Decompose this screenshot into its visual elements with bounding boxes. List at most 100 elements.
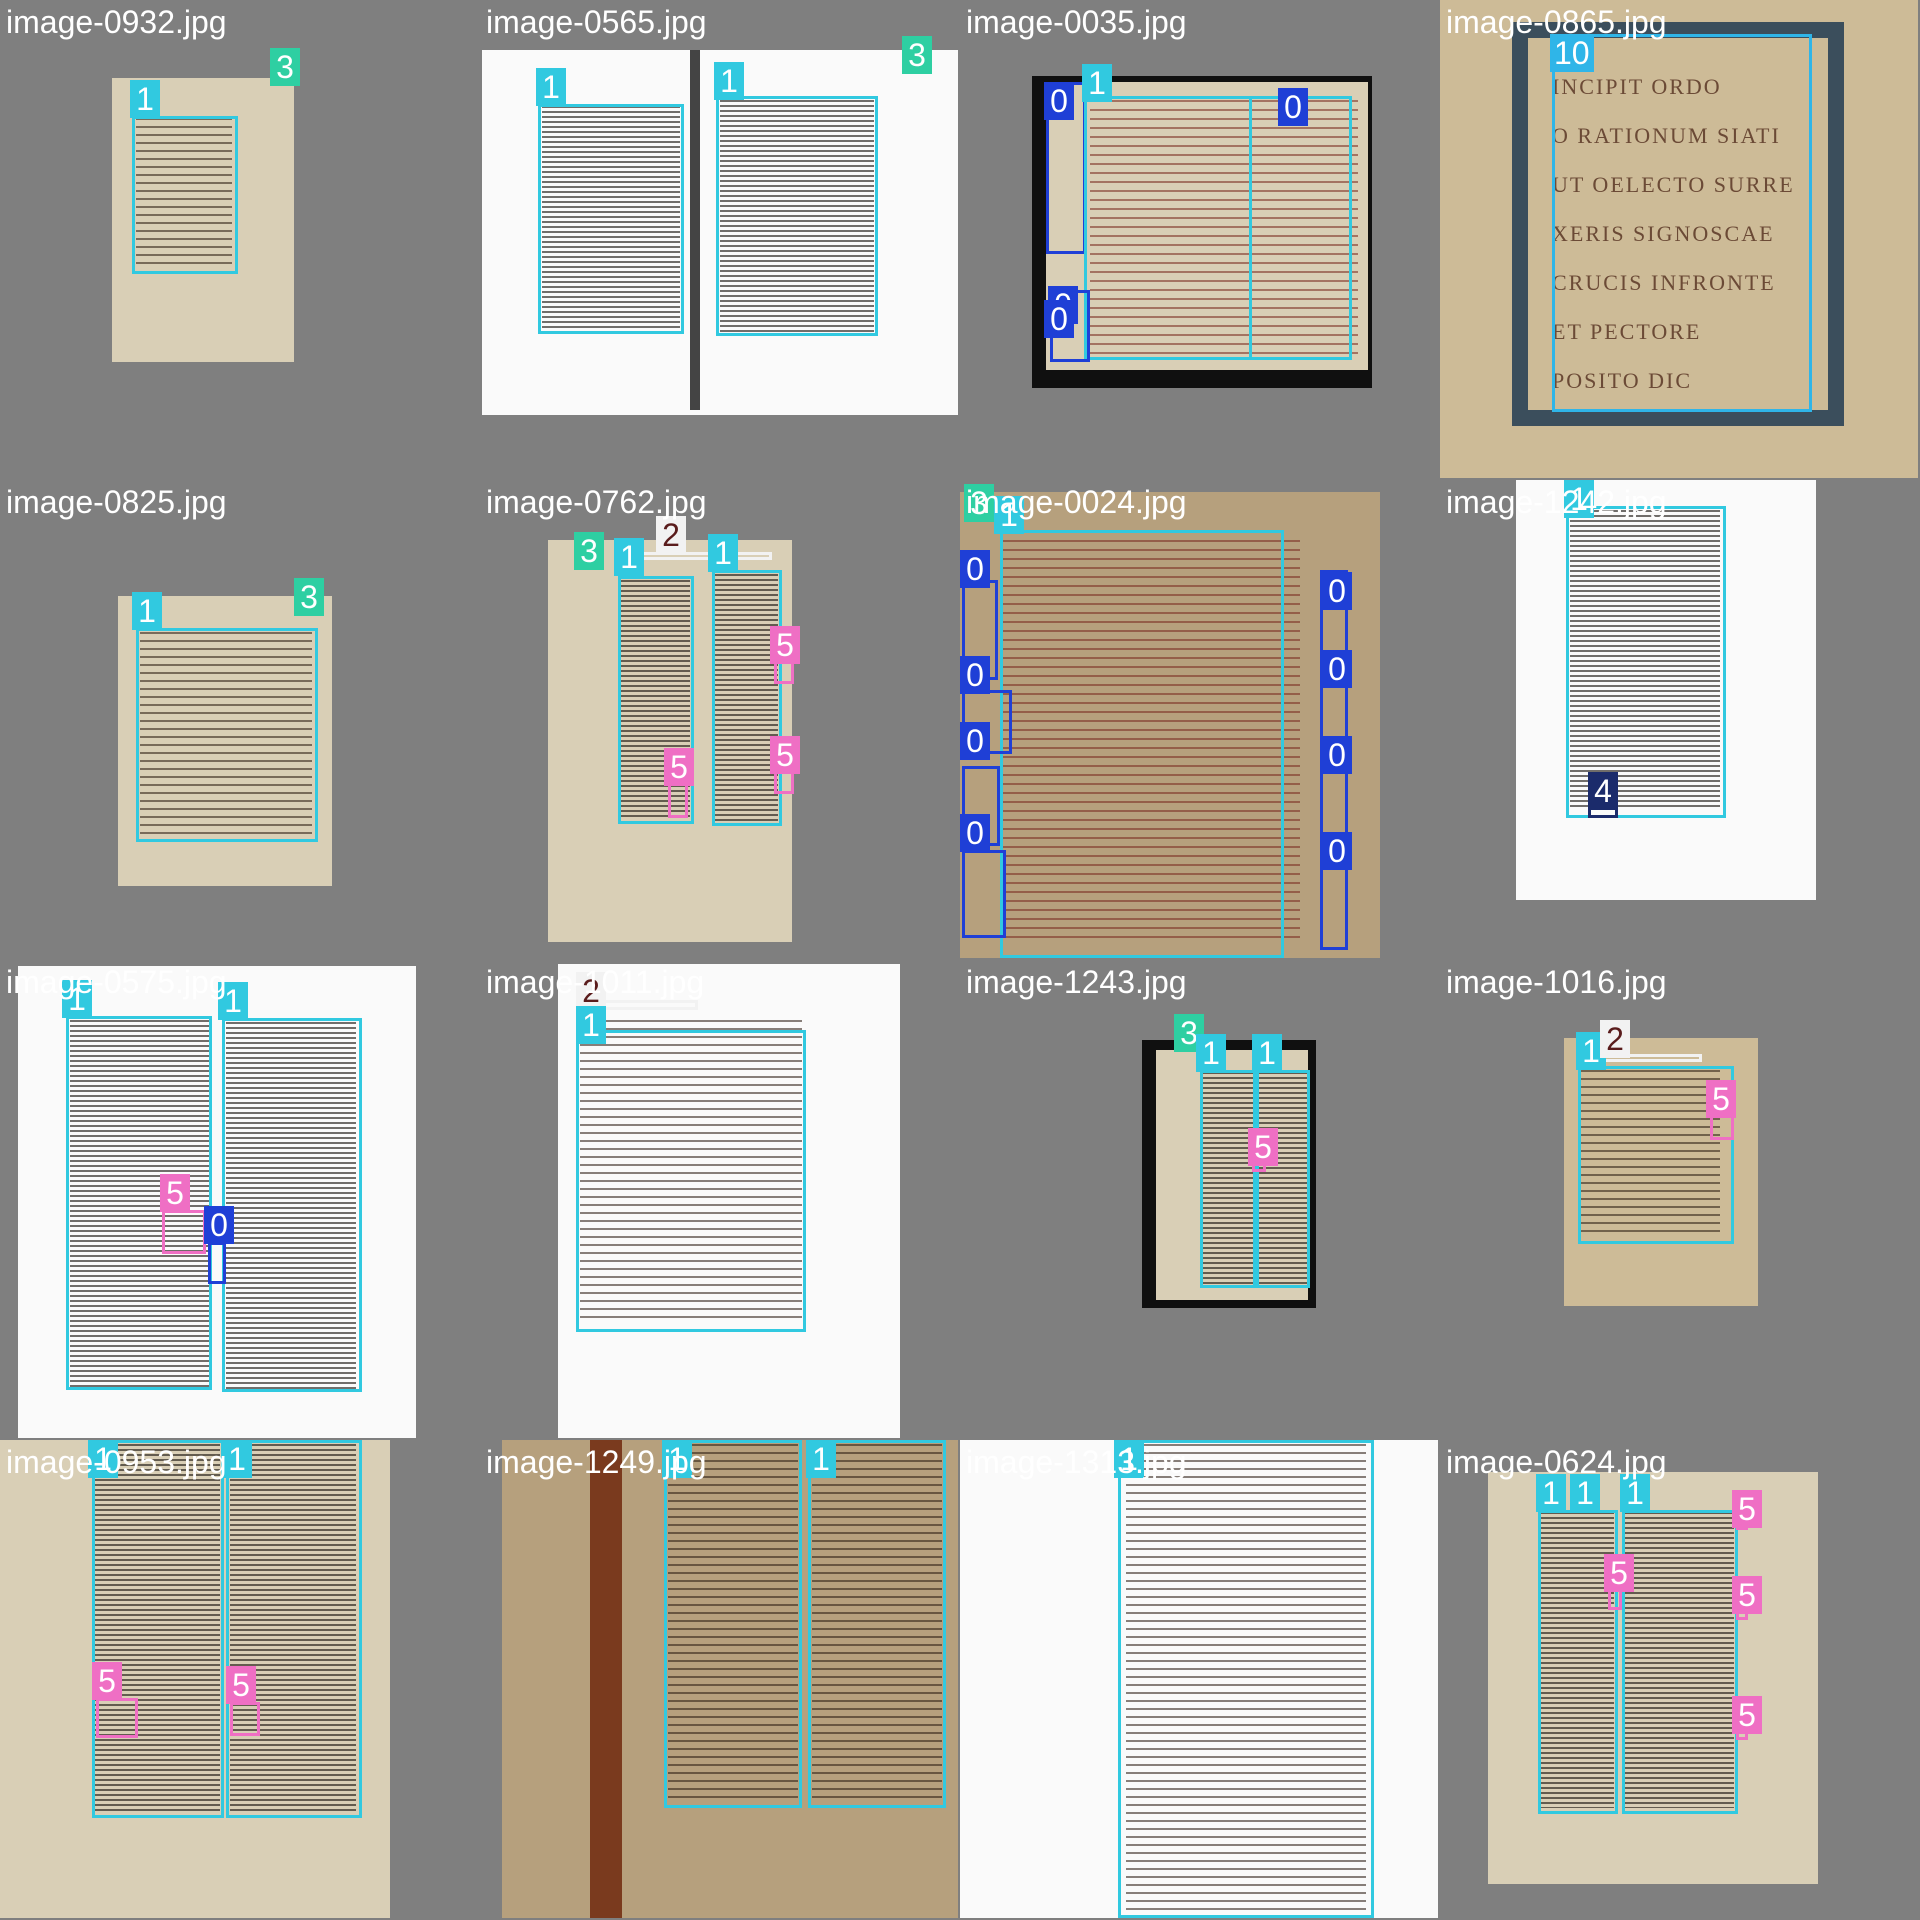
detection-box (208, 1242, 226, 1284)
class-label: 5 (1706, 1080, 1736, 1118)
class-label: 5 (1604, 1554, 1634, 1592)
detection-box (66, 1016, 212, 1390)
image-filename: image-0024.jpg (966, 484, 1187, 520)
class-label: 5 (160, 1174, 190, 1212)
detection-box (538, 104, 684, 334)
tile-image-0024[interactable]: 3 1 0 0 0 0 0 0 0 0 image-0024.jpg (960, 480, 1438, 958)
class-label: 5 (770, 736, 800, 774)
detection-box (1000, 530, 1284, 958)
image-filename: image-0932.jpg (6, 4, 227, 40)
class-label: 5 (1732, 1576, 1762, 1614)
class-label: 1 (1196, 1034, 1226, 1072)
detection-box (1118, 1440, 1374, 1918)
class-label: 3 (270, 48, 300, 86)
tile-image-1016[interactable]: 1 2 5 image-1016.jpg (1440, 960, 1918, 1438)
tile-image-1243[interactable]: 3 1 1 5 image-1243.jpg (960, 960, 1438, 1438)
tile-image-0953[interactable]: 1 1 5 5 image-0953.jpg (0, 1440, 478, 1918)
detection-box (1200, 1070, 1256, 1288)
detection-box (92, 1440, 224, 1818)
book-edge (590, 1440, 622, 1918)
class-label: 1 (714, 62, 744, 100)
detection-box (1622, 1510, 1738, 1814)
detection-box (226, 1440, 362, 1818)
detection-box (132, 116, 238, 274)
class-label: 0 (204, 1206, 234, 1244)
detection-box (1084, 96, 1352, 360)
detection-box (962, 850, 1006, 938)
class-label: 0 (960, 814, 990, 852)
image-filename: image-0575.jpg (6, 964, 227, 1000)
detection-box (716, 96, 878, 336)
detection-box (664, 1440, 802, 1808)
image-filename: image-0762.jpg (486, 484, 707, 520)
image-filename: image-0035.jpg (966, 4, 1187, 40)
image-filename: image-0825.jpg (6, 484, 227, 520)
tile-image-0762[interactable]: 3 2 1 1 5 5 5 image-0762.jpg (480, 480, 958, 958)
tile-image-0624[interactable]: 1 1 1 5 5 5 5 image-0624.jpg (1440, 1440, 1918, 1918)
tile-image-1249[interactable]: 1 1 image-1249.jpg (480, 1440, 958, 1918)
detection-box (808, 1440, 946, 1808)
class-label: 0 (960, 550, 990, 588)
tile-image-0035[interactable]: 0 1 0 0 0 image-0035.jpg (960, 0, 1438, 478)
image-filename: image-0953.jpg (6, 1444, 227, 1480)
image-filename: image-1016.jpg (1446, 964, 1667, 1000)
tile-image-0565[interactable]: 1 1 3 image-0565.jpg (480, 0, 958, 478)
class-label: 0 (1278, 88, 1308, 126)
image-filename: image-0565.jpg (486, 4, 707, 40)
class-label: 0 (1044, 300, 1074, 338)
class-label: 1 (130, 80, 160, 118)
detection-box (96, 1698, 138, 1738)
class-label: 1 (708, 534, 738, 572)
class-label: 4 (1588, 772, 1618, 810)
class-label: 5 (92, 1662, 122, 1700)
prediction-grid: 1 3 image-0932.jpg 1 1 3 image-0565.jpg … (0, 0, 1920, 1920)
class-label: 5 (664, 748, 694, 786)
class-label: 0 (960, 656, 990, 694)
class-label: 0 (1322, 736, 1352, 774)
class-label: 1 (132, 592, 162, 630)
image-filename: image-0624.jpg (1446, 1444, 1667, 1480)
book-spine (690, 50, 700, 410)
image-filename: image-1242.jpg (1446, 484, 1667, 520)
class-label: 3 (574, 532, 604, 570)
class-label: 2 (656, 516, 686, 554)
class-label: 3 (902, 36, 932, 74)
tile-image-0825[interactable]: 1 3 image-0825.jpg (0, 480, 478, 958)
class-label: 1 (536, 68, 566, 106)
detection-box (712, 570, 782, 826)
tile-image-1313[interactable]: 1 image-1313.jpg (960, 1440, 1438, 1918)
detection-box (668, 782, 688, 818)
class-label: 0 (1322, 832, 1352, 870)
image-filename: image-1011.jpg (486, 964, 705, 1000)
detection-box (576, 1030, 806, 1332)
tile-image-0932[interactable]: 1 3 image-0932.jpg (0, 0, 478, 478)
image-filename: image-1243.jpg (966, 964, 1187, 1000)
class-label: 1 (1252, 1034, 1282, 1072)
class-label: 0 (960, 722, 990, 760)
detection-box (222, 1018, 362, 1392)
tile-image-0865[interactable]: INCIPIT ORDO O RATIONUM SIATI UT OELECTO… (1440, 0, 1918, 478)
class-label: 3 (294, 578, 324, 616)
class-label: 5 (226, 1666, 256, 1704)
tile-image-1011[interactable]: 2 1 image-1011.jpg (480, 960, 958, 1438)
class-label: 0 (1322, 650, 1352, 688)
detection-box (1256, 1070, 1310, 1288)
image-filename: image-0865.jpg (1446, 4, 1667, 40)
class-label: 0 (1044, 82, 1074, 120)
tile-image-1242[interactable]: 1 4 image-1242.jpg (1440, 480, 1918, 958)
class-label: 1 (1082, 64, 1112, 102)
class-label: 1 (576, 1006, 606, 1044)
detection-box (136, 628, 318, 842)
detection-box (230, 1702, 260, 1736)
tile-image-0575[interactable]: 1 1 5 0 image-0575.jpg (0, 960, 478, 1438)
class-label: 0 (1322, 572, 1352, 610)
class-label: 5 (770, 626, 800, 664)
class-label: 5 (1732, 1490, 1762, 1528)
class-label: 1 (614, 538, 644, 576)
class-label: 5 (1248, 1128, 1278, 1166)
image-filename: image-1249.jpg (486, 1444, 707, 1480)
image-filename: image-1313.jpg (966, 1444, 1187, 1480)
class-label: 2 (1600, 1020, 1630, 1058)
detection-box (1552, 34, 1812, 412)
class-label: 5 (1732, 1696, 1762, 1734)
